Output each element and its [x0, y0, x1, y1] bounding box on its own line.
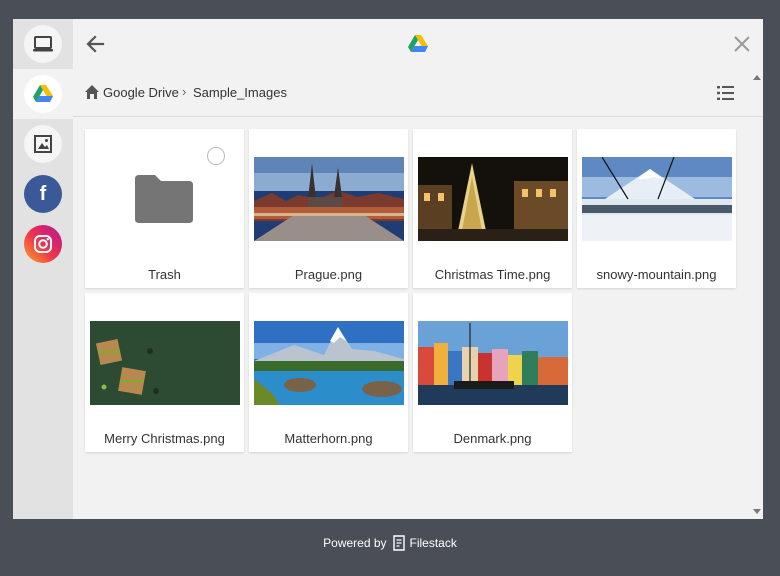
- file-tile-denmark[interactable]: Denmark.png: [413, 293, 572, 452]
- select-radio[interactable]: [207, 147, 225, 165]
- sidebar-circle: [24, 25, 62, 63]
- breadcrumb-root[interactable]: Google Drive: [103, 85, 179, 100]
- image-icon: [34, 135, 52, 153]
- scroll-down-icon[interactable]: [750, 505, 763, 517]
- sidebar-item-my-device[interactable]: [13, 19, 73, 69]
- file-name: Merry Christmas.png: [104, 431, 225, 446]
- instagram-icon: [34, 235, 52, 253]
- breadcrumb: Google Drive › Sample_Images: [73, 69, 763, 117]
- facebook-icon: f: [39, 182, 47, 205]
- filestack-label: Filestack: [409, 536, 457, 550]
- laptop-icon: [33, 36, 53, 52]
- main-content: Google Drive › Sample_Images Trash Pragu…: [73, 19, 763, 519]
- image-thumbnail: [418, 321, 568, 405]
- sidebar-item-facebook[interactable]: f: [13, 169, 73, 219]
- sidebar-circle: [24, 75, 62, 113]
- sidebar-item-image-search[interactable]: [13, 119, 73, 169]
- scroll-up-icon[interactable]: [750, 71, 763, 83]
- file-name: Prague.png: [294, 267, 363, 282]
- file-picker-dialog: f Google Drive › Sample_Images Trash Pra…: [13, 19, 763, 519]
- powered-by-label: Powered by: [323, 536, 387, 550]
- sidebar-item-google-drive[interactable]: [13, 69, 73, 119]
- google-drive-icon: [33, 85, 53, 102]
- image-thumbnail: [418, 157, 568, 241]
- breadcrumb-current[interactable]: Sample_Images: [193, 85, 287, 100]
- image-thumbnail: [254, 321, 404, 405]
- breadcrumb-separator: ›: [182, 84, 187, 99]
- filestack-brand[interactable]: Filestack: [392, 535, 457, 551]
- close-icon[interactable]: [731, 33, 753, 55]
- google-drive-icon: [408, 35, 428, 52]
- sidebar-circle: f: [24, 175, 62, 213]
- file-tile-prague[interactable]: Prague.png: [249, 129, 408, 288]
- arrow-left-icon[interactable]: [83, 31, 109, 57]
- file-name: Christmas Time.png: [434, 267, 551, 282]
- image-thumbnail: [90, 321, 240, 405]
- scrollbar[interactable]: [750, 69, 763, 519]
- file-name: snowy-mountain.png: [596, 267, 717, 282]
- file-name: Denmark.png: [453, 431, 532, 446]
- image-thumbnail: [582, 157, 732, 241]
- file-name: Matterhorn.png: [284, 431, 373, 446]
- powered-by-footer: Powered by Filestack: [0, 534, 780, 552]
- file-tile-trash[interactable]: Trash: [85, 129, 244, 288]
- sidebar-item-instagram[interactable]: [13, 219, 73, 269]
- file-name: Trash: [148, 267, 181, 282]
- sidebar-circle: [24, 125, 62, 163]
- home-icon[interactable]: [84, 84, 100, 100]
- file-tile-merry-christmas[interactable]: Merry Christmas.png: [85, 293, 244, 452]
- file-tile-christmas-time[interactable]: Christmas Time.png: [413, 129, 572, 288]
- list-view-icon[interactable]: [716, 83, 736, 103]
- sidebar-circle: [24, 225, 62, 263]
- dialog-header: [73, 19, 763, 69]
- folder-icon: [135, 175, 193, 223]
- source-sidebar: f: [13, 19, 73, 519]
- file-tile-snowy-mountain[interactable]: snowy-mountain.png: [577, 129, 736, 288]
- image-thumbnail: [254, 157, 404, 241]
- filestack-icon: [392, 535, 405, 551]
- file-tile-matterhorn[interactable]: Matterhorn.png: [249, 293, 408, 452]
